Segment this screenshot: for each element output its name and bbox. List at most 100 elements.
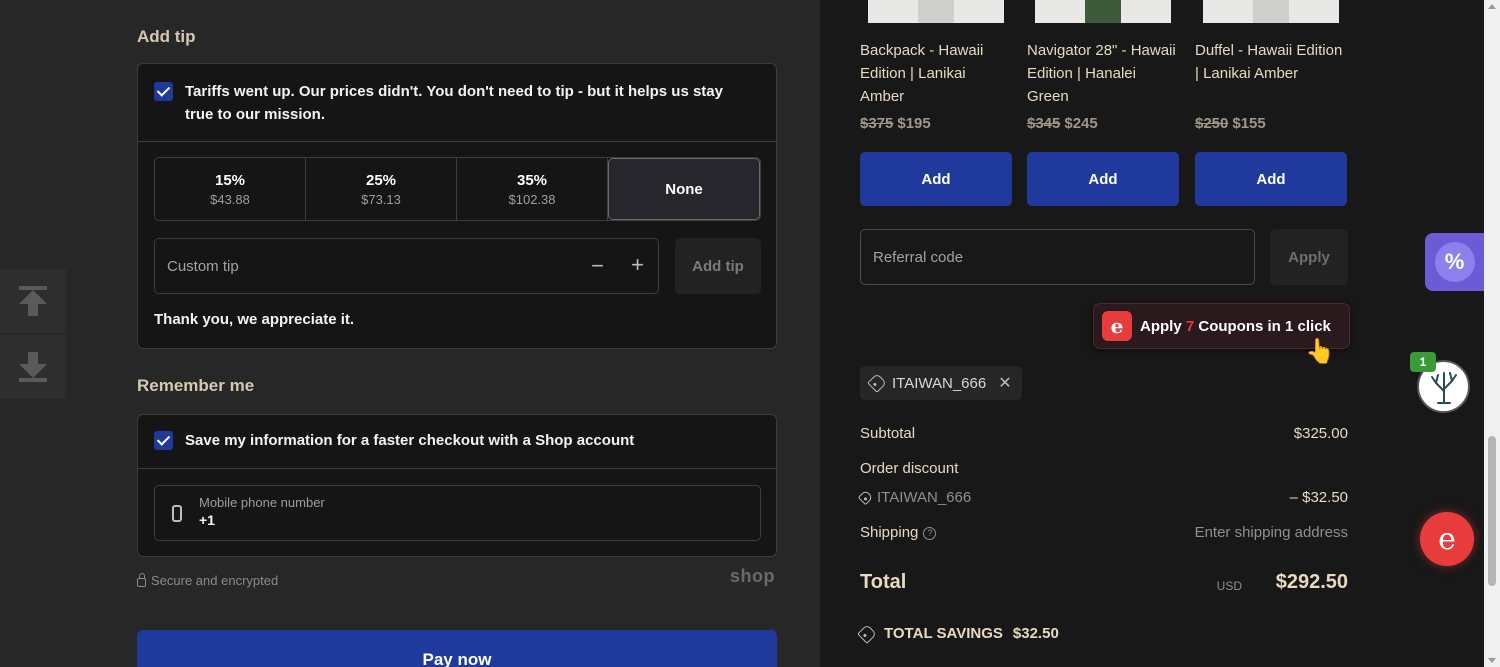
custom-tip-placeholder: Custom tip [167, 257, 239, 275]
discount-value: – $32.50 [1289, 489, 1348, 506]
order-discount-label: Order discount [860, 460, 959, 477]
product-name[interactable]: Navigator 28" - Hawaii Edition | Hanalei… [1027, 39, 1177, 108]
product-original-price: $345 [1027, 115, 1061, 132]
total-row: Total USD $292.50 [860, 571, 1348, 594]
order-discount-row: Order discount [860, 460, 1348, 477]
tip-option-percent: 25% [365, 171, 397, 189]
page-scrollbar[interactable] [1484, 0, 1500, 667]
discount-code-row: ITAIWAN_666 – $32.50 [857, 489, 1348, 506]
notification-badge: 1 [1410, 352, 1436, 372]
decrement-icon[interactable]: − [591, 253, 604, 279]
shipping-value: Enter shipping address [1194, 524, 1348, 541]
coupon-extension-tab[interactable]: % [1425, 233, 1484, 291]
pay-now-button[interactable]: Pay now [137, 630, 777, 667]
save-info-label: Save my information for a faster checkou… [185, 432, 635, 449]
remember-me-heading: Remember me [137, 376, 255, 395]
increment-icon[interactable]: + [631, 252, 644, 278]
coupon-count: 7 [1185, 317, 1195, 335]
add-tip-heading: Add tip [137, 27, 196, 46]
percent-badge-icon: % [1434, 242, 1475, 282]
scroll-to-bottom-button[interactable] [0, 335, 66, 399]
product-name[interactable]: Duffel - Hawaii Edition | Lanikai Amber [1195, 39, 1345, 85]
product-image[interactable] [1203, 0, 1339, 23]
add-product-button[interactable]: Add [860, 152, 1012, 206]
apply-referral-button[interactable]: Apply [1270, 229, 1348, 285]
product-sale-price: $195 [897, 115, 931, 132]
tip-option-amount: $73.13 [361, 191, 401, 207]
product-image[interactable] [868, 0, 1004, 23]
divider [138, 141, 776, 142]
lock-icon [137, 572, 146, 587]
product-price: $375 $195 [860, 115, 931, 132]
product-price: $250 $155 [1195, 115, 1266, 132]
total-savings: TOTAL SAVINGS $32.50 [857, 623, 1059, 644]
tip-option-35[interactable]: 35% $102.38 [457, 158, 608, 220]
product-name[interactable]: Backpack - Hawaii Edition | Lanikai Ambe… [860, 39, 1010, 108]
coupon-popup-text: Apply 7 Coupons in 1 click [1140, 317, 1331, 335]
discount-code-label: ITAIWAN_666 [857, 489, 1348, 506]
product-image[interactable] [1035, 0, 1171, 23]
subtotal-row: Subtotal $325.00 [860, 425, 1348, 442]
shipping-row: Shipping? Enter shipping address [860, 524, 1348, 541]
shipping-label: Shipping? [860, 524, 937, 541]
tip-opt-in[interactable]: Tariffs went up. Our prices didn't. You … [154, 80, 754, 126]
coupon-extension-floating-button[interactable]: e [1420, 512, 1474, 566]
savings-label: TOTAL SAVINGS [884, 625, 1003, 642]
mobile-phone-icon [172, 505, 182, 522]
tip-option-label: None [665, 180, 703, 198]
tip-option-15[interactable]: 15% $43.88 [155, 158, 306, 220]
tip-options: 15% $43.88 25% $73.13 35% $102.38 None [154, 157, 761, 221]
save-info-option[interactable]: Save my information for a faster checkou… [154, 431, 634, 450]
tree-icon [1430, 371, 1457, 404]
coupon-extension-logo-icon: e [1102, 311, 1132, 341]
tip-option-amount: $102.38 [508, 191, 556, 207]
tag-icon [867, 373, 887, 393]
subtotal-label: Subtotal [860, 425, 916, 442]
pointer-hand-icon: 👆 [1305, 338, 1335, 365]
total-value: $292.50 [1275, 571, 1348, 593]
secure-text: Secure and encrypted [151, 573, 279, 588]
product-sale-price: $155 [1232, 115, 1266, 132]
tip-message: Tariffs went up. Our prices didn't. You … [185, 83, 723, 123]
product-price: $345 $245 [1027, 115, 1098, 132]
secure-notice: Secure and encrypted [137, 572, 279, 588]
subtotal-value: $325.00 [1293, 425, 1348, 442]
scrollbar-thumb[interactable] [1488, 436, 1496, 586]
help-icon[interactable]: ? [923, 526, 937, 540]
referral-placeholder: Referral code [873, 248, 964, 266]
save-info-checkbox[interactable] [154, 431, 173, 450]
scroll-up-arrow-icon[interactable] [1488, 4, 1496, 9]
tip-checkbox[interactable] [154, 82, 173, 101]
phone-field-label: Mobile phone number [199, 495, 325, 510]
referral-code-input[interactable]: Referral code [860, 229, 1255, 285]
scroll-down-arrow-icon[interactable] [1488, 658, 1496, 663]
tip-option-percent: 15% [214, 171, 246, 189]
mobile-phone-field[interactable]: Mobile phone number +1 [154, 485, 761, 541]
add-product-button[interactable]: Add [1195, 152, 1347, 206]
tip-option-25[interactable]: 25% $73.13 [306, 158, 457, 220]
currency-code: USD [1216, 579, 1242, 593]
total-label: Total [860, 571, 907, 593]
tag-icon [857, 623, 877, 644]
product-original-price: $250 [1195, 115, 1229, 132]
discount-code: ITAIWAN_666 [892, 374, 987, 392]
scroll-to-top-button[interactable] [0, 269, 66, 333]
product-sale-price: $245 [1064, 115, 1098, 132]
add-tip-button[interactable]: Add tip [675, 238, 761, 294]
phone-field-value: +1 [199, 512, 215, 528]
remove-discount-icon[interactable]: ✕ [998, 373, 1011, 393]
arrow-to-top-icon [19, 286, 47, 316]
divider [138, 468, 776, 469]
custom-tip-input[interactable]: Custom tip − + [154, 238, 659, 294]
tip-thanks-text: Thank you, we appreciate it. [154, 311, 355, 328]
savings-value: $32.50 [1012, 625, 1059, 642]
tip-option-percent: 35% [516, 171, 548, 189]
tip-panel: Tariffs went up. Our prices didn't. You … [137, 63, 777, 349]
shop-logo: shop [730, 566, 775, 586]
tip-option-amount: $43.88 [210, 191, 250, 207]
arrow-to-bottom-icon [19, 352, 47, 382]
add-product-button[interactable]: Add [1027, 152, 1179, 206]
remember-panel: Save my information for a faster checkou… [137, 414, 777, 557]
applied-discount-chip: ITAIWAN_666 ✕ [860, 366, 1022, 400]
tip-option-none[interactable]: None [608, 158, 760, 220]
